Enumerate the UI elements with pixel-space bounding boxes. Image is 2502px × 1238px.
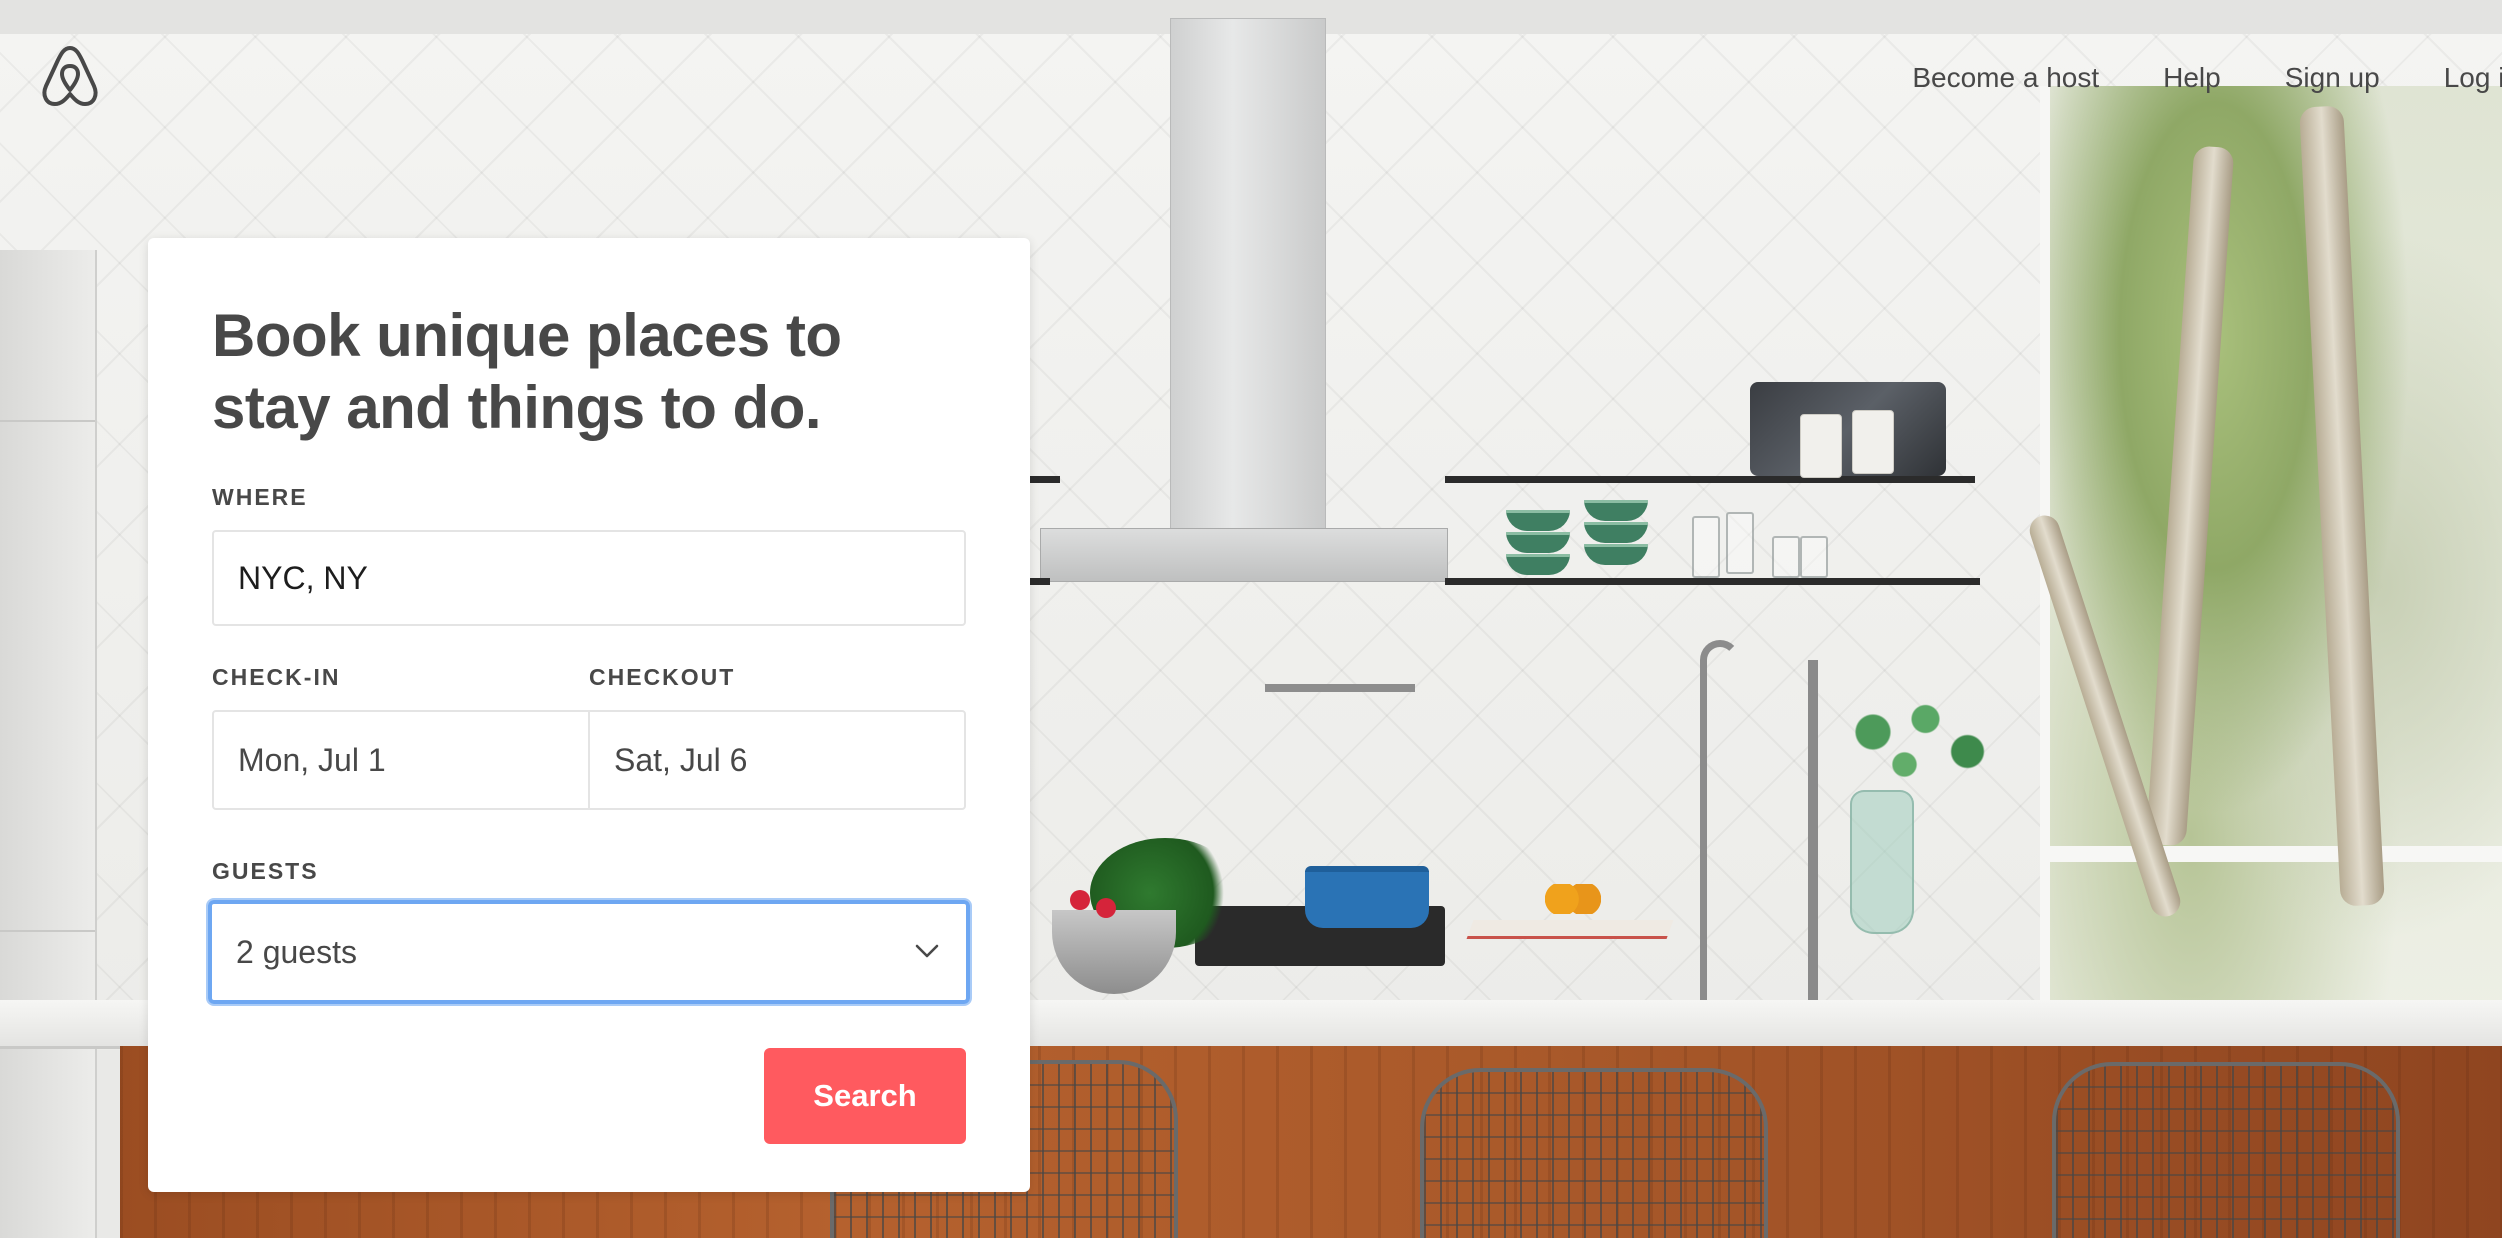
check-in-value: Mon, Jul 1 (238, 741, 386, 778)
guests-selected-value: 2 guests (236, 933, 357, 970)
airbnb-belo-icon (42, 46, 98, 106)
glass (1800, 536, 1828, 578)
become-host-link[interactable]: Become a host (1912, 58, 2099, 98)
search-card: Book unique places to stay and things to… (148, 238, 1030, 1192)
lower-shelf (1445, 578, 1980, 585)
log-in-link[interactable]: Log in (2444, 58, 2502, 98)
upper-shelf (1445, 476, 1975, 483)
shelf (1030, 476, 1060, 483)
radish (1070, 890, 1090, 910)
where-input[interactable]: NYC, NY (212, 530, 966, 626)
oranges (1545, 884, 1601, 914)
garden-window (2025, 86, 2502, 1086)
checkout-label: CHECKOUT (589, 664, 736, 690)
wire-stool (1420, 1068, 1768, 1238)
glass (1692, 516, 1720, 578)
wire-stool (2052, 1062, 2400, 1238)
checkout-value: Sat, Jul 6 (614, 741, 748, 778)
checkout-input[interactable]: Sat, Jul 6 (590, 712, 964, 808)
guests-label: GUESTS (212, 858, 319, 884)
radish (1096, 898, 1116, 918)
check-in-label: CHECK-IN (212, 664, 341, 690)
blue-pot (1305, 866, 1429, 928)
pot-filler-faucet (1265, 684, 1415, 692)
search-button[interactable]: Search (764, 1048, 966, 1144)
plant-leaves (1810, 680, 2020, 810)
glass-vase (1850, 790, 1914, 934)
range-hood (1040, 528, 1448, 582)
date-range-picker: Mon, Jul 1 Sat, Jul 6 (212, 710, 966, 810)
where-label: WHERE (212, 484, 308, 510)
left-cabinet (0, 250, 97, 1238)
where-input-value: NYC, NY (238, 559, 368, 596)
check-in-input[interactable]: Mon, Jul 1 (214, 712, 590, 808)
chevron-down-icon (915, 944, 939, 958)
range-hood-chimney (1170, 18, 1326, 530)
airbnb-logo-icon[interactable] (40, 44, 100, 110)
mug (1800, 414, 1842, 478)
kitchen-faucet (1808, 660, 1818, 1000)
marble-tray (1750, 382, 1946, 476)
shelf (1030, 578, 1050, 585)
glass (1772, 536, 1800, 578)
top-navigation: Become a host Help Sign up Log in (1848, 58, 2502, 98)
sign-up-link[interactable]: Sign up (2285, 58, 2380, 98)
open-book (1466, 920, 1674, 939)
mug (1852, 410, 1894, 474)
tree-trunk (2299, 105, 2385, 907)
kitchen-faucet (1700, 640, 1740, 1007)
glass (1726, 512, 1754, 574)
help-link[interactable]: Help (2163, 58, 2221, 98)
guests-select[interactable]: 2 guests (208, 900, 970, 1004)
tree-trunk (2145, 145, 2235, 847)
page-title: Book unique places to stay and things to… (212, 302, 842, 441)
